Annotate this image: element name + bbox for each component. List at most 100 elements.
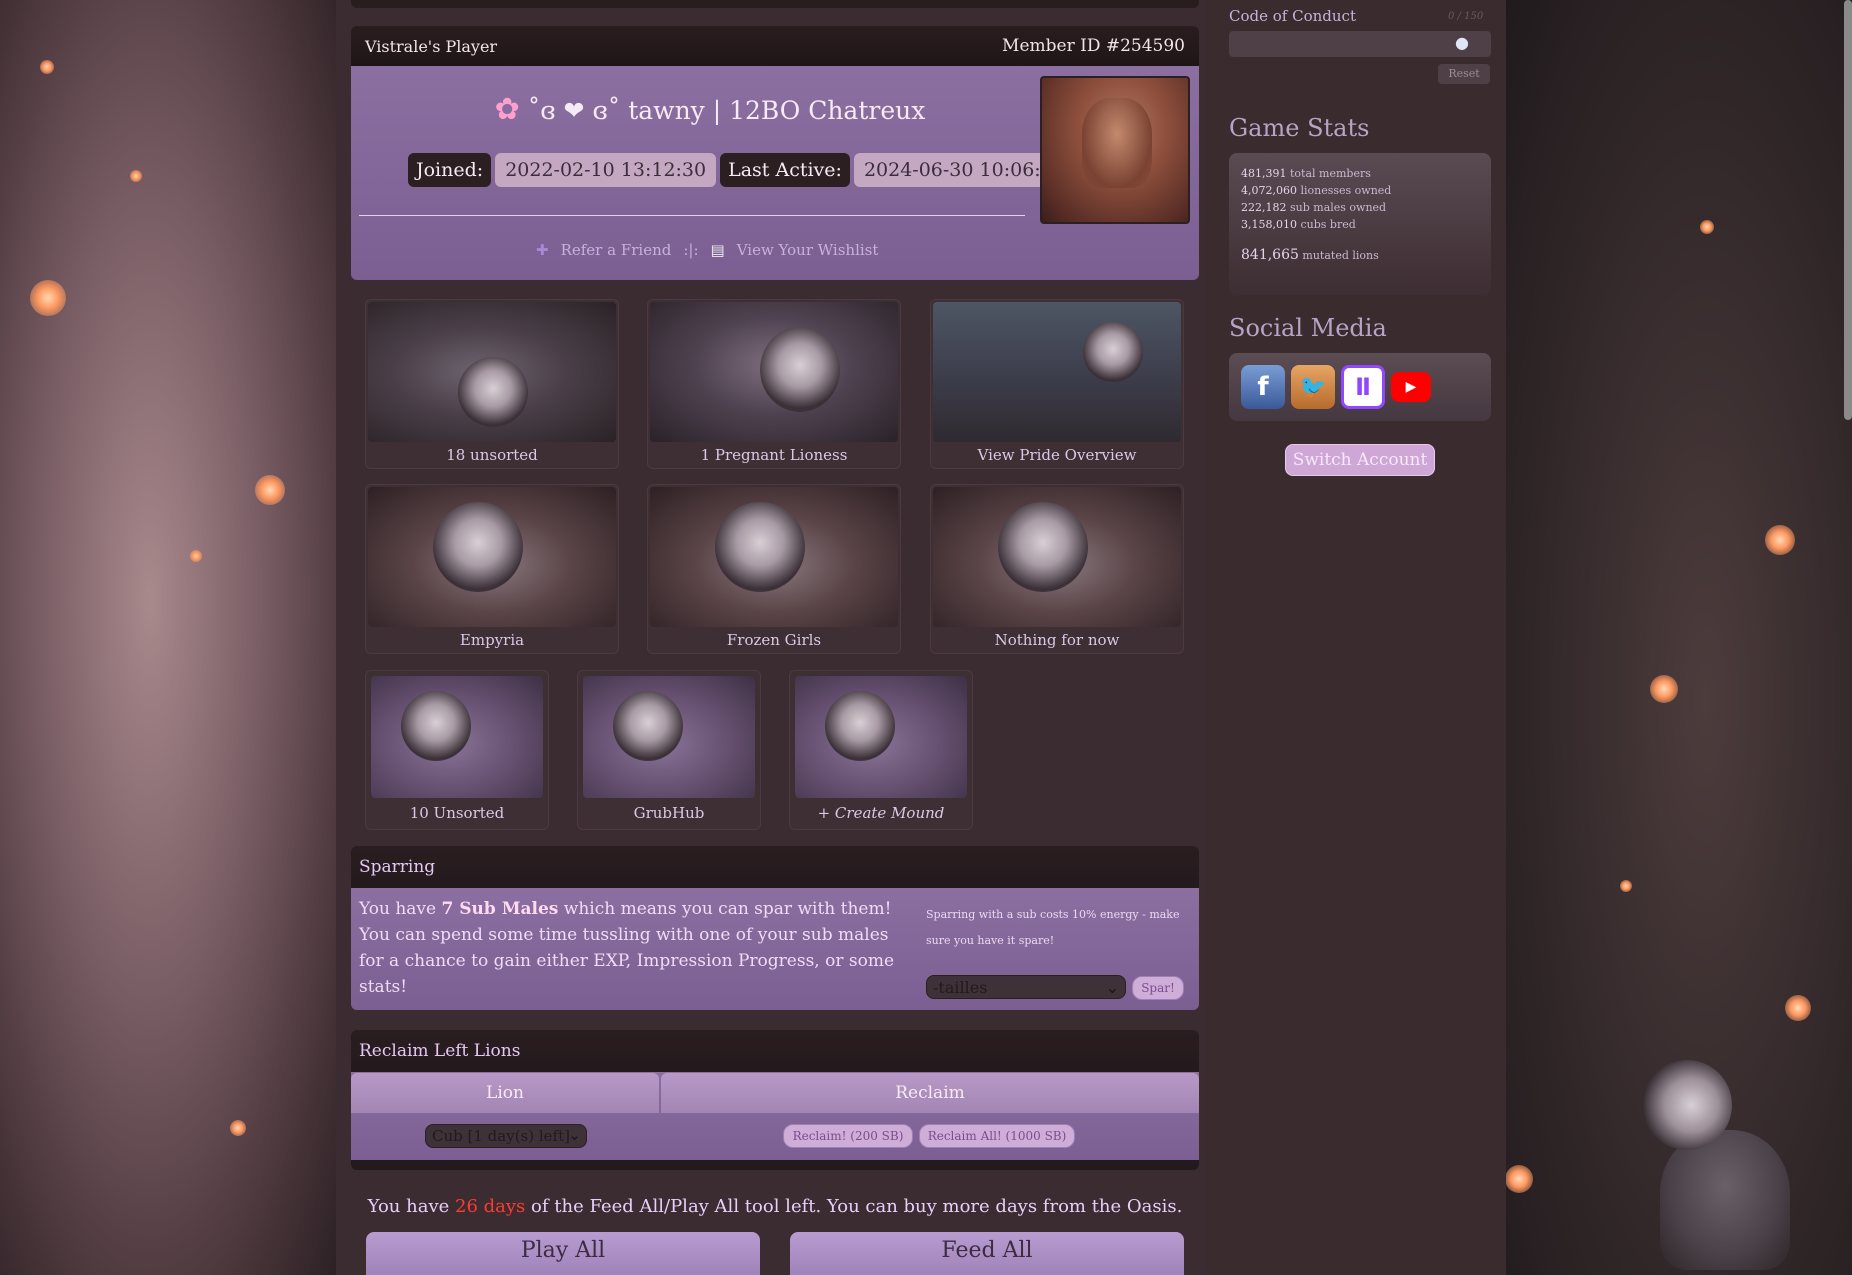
den-label: 18 unsorted [446,446,538,464]
stat-label: cubs bred [1300,218,1356,231]
den-tile[interactable]: GrubHub [577,670,761,830]
spar-button[interactable]: Spar! [1132,976,1184,1000]
stat-label: sub males owned [1290,201,1387,214]
stat-line: 3,158,010 cubs bred [1241,216,1479,233]
sparring-note: Sparring with a sub costs 10% energy - m… [926,908,1180,947]
youtube-icon[interactable]: ▶ [1391,372,1431,402]
profile-links: ✚ Refer a Friend :|: ▤ View Your Wishlis… [536,241,878,259]
den-label: View Pride Overview [977,446,1137,464]
chevron-down-icon: ⌄ [568,1126,581,1144]
feed-suffix: of the Feed All/Play All tool left. You … [525,1196,1183,1217]
chevron-down-icon: ⌄ [1105,978,1119,997]
feed-prefix: You have [367,1196,455,1217]
col-lion-header: Lion [351,1073,659,1113]
sparkle [30,280,66,316]
sub-males-count: 7 Sub Males [441,899,559,919]
den-label: 10 Unsorted [409,804,505,822]
sparkle [230,1120,246,1136]
den-tile[interactable]: 10 Unsorted [365,670,549,830]
col-reclaim-header: Reclaim [661,1073,1199,1113]
player-name-line: ✿ ˚ɞ ❤ ɞ˚ tawny | 12BO Chatreux [390,92,1030,127]
reset-button[interactable]: Reset [1438,64,1490,84]
den-image [371,676,543,798]
sparkle [1700,220,1714,234]
den-label: Empyria [459,631,525,649]
den-label: Frozen Girls [726,631,822,649]
stat-line: 481,391 total members [1241,165,1479,182]
create-mound-tile[interactable]: + Create Mound [789,670,973,830]
den-image [933,487,1181,627]
den-tile[interactable]: Nothing for now [930,484,1184,654]
create-mound-label: + Create Mound [817,804,945,822]
sparkle [1620,880,1632,892]
den-image [933,302,1181,442]
avatar[interactable] [1040,76,1190,224]
stat-value: 3,158,010 [1241,218,1297,231]
stat-value: 481,391 [1241,167,1287,180]
cub-select[interactable]: Cub [1 day(s) left] ⌄ [425,1124,587,1148]
den-image [583,676,755,798]
den-tile[interactable]: 18 unsorted [365,299,619,469]
den-image [368,487,616,627]
date-row: Joined: 2022-02-10 13:12:30 Last Active:… [408,153,1075,187]
sparkle [1785,995,1811,1021]
twitch-icon[interactable]: Ⅱ [1341,365,1385,409]
den-image [795,676,967,798]
game-stats-title: Game Stats [1229,114,1370,142]
sparkle [1650,675,1678,703]
scrollbar[interactable] [1844,0,1852,420]
top-bar-strip [351,0,1199,8]
stat-label: total members [1290,167,1371,180]
wishlist-icon: ▤ [710,241,725,259]
sub-male-select[interactable]: -tailles ⌄ [926,975,1126,999]
divider [359,215,1025,216]
facebook-icon[interactable]: f [1241,365,1285,409]
sparkle [40,60,54,74]
sparkle [130,170,142,182]
feed-days: 26 days [455,1196,526,1217]
stat-line: 222,182 sub males owned [1241,199,1479,216]
reclaim-header: Reclaim Left Lions [351,1030,1199,1072]
reclaim-button[interactable]: Reclaim! (200 SB) [783,1124,913,1148]
game-stats-box: 481,391 total members 4,072,060 lionesse… [1229,153,1491,295]
player-title: Vistrale's Player [365,36,498,56]
den-tile[interactable]: Empyria [365,484,619,654]
plus-icon: ✚ [536,241,549,259]
wishlist-link[interactable]: View Your Wishlist [737,241,879,259]
social-media-title: Social Media [1229,314,1387,342]
code-of-conduct-input[interactable]: ● [1229,31,1491,57]
joined-value: 2022-02-10 13:12:30 [495,153,717,187]
sparring-text: You have 7 Sub Males which means you can… [359,896,899,1000]
sparkle [1765,525,1795,555]
drop-icon: ● [1455,33,1469,52]
stat-value: 841,665 [1241,247,1299,263]
reclaim-footer [351,1160,1199,1170]
sparring-header: Sparring [351,846,1199,888]
stat-line: 841,665 mutated lions [1241,247,1479,264]
den-tile[interactable]: 1 Pregnant Lioness [647,299,901,469]
den-label: GrubHub [633,804,705,822]
play-all-button[interactable]: Play All [366,1232,760,1275]
twitter-icon[interactable]: 🐦 [1291,365,1335,409]
stat-label: lionesses owned [1300,184,1392,197]
stat-label: mutated lions [1302,249,1379,262]
char-counter: 0 / 150 [1448,11,1484,22]
den-label: 1 Pregnant Lioness [700,446,848,464]
cub-select-value: Cub [1 day(s) left] [432,1127,570,1145]
flower-icon: ✿ [494,92,520,127]
mascot-lion [1620,1060,1820,1270]
reclaim-all-button[interactable]: Reclaim All! (1000 SB) [919,1124,1075,1148]
sparkle [1505,1165,1533,1193]
feed-all-button[interactable]: Feed All [790,1232,1184,1275]
den-tile[interactable]: View Pride Overview [930,299,1184,469]
switch-account-button[interactable]: Switch Account [1285,444,1435,476]
last-active-label: Last Active: [720,153,850,187]
den-image [368,302,616,442]
den-tile[interactable]: Frozen Girls [647,484,901,654]
refer-friend-link[interactable]: Refer a Friend [561,241,672,259]
joined-label: Joined: [408,153,492,187]
sparring-title: Sparring [359,857,436,877]
member-id: Member ID #254590 [1002,36,1185,56]
link-separator: :|: [683,241,699,259]
feed-message: You have 26 days of the Feed All/Play Al… [351,1196,1199,1217]
